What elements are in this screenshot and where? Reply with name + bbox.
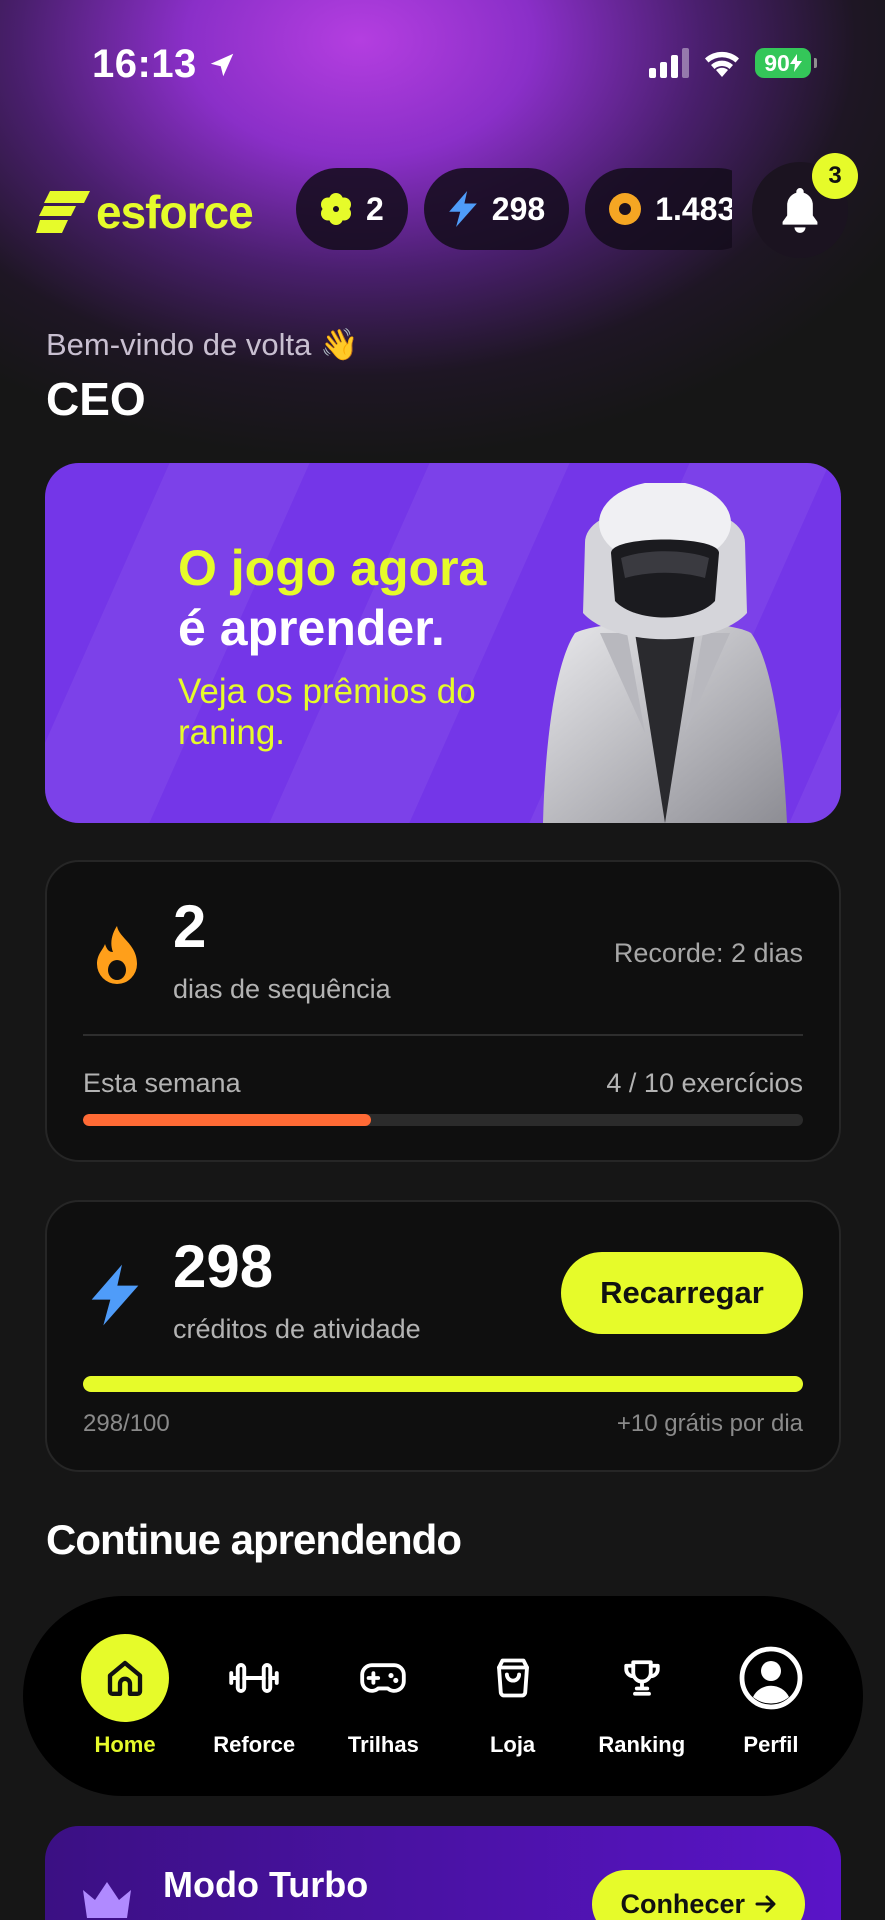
tab-ranking-label: Ranking (598, 1732, 686, 1757)
continue-learning-heading: Continue aprendendo (46, 1516, 462, 1563)
lightning-icon (91, 1264, 139, 1326)
stats-pills: 2 298 1.483 (296, 168, 732, 250)
welcome-greeting: Bem-vindo de volta 👋 (46, 327, 359, 362)
wifi-icon (705, 51, 739, 77)
tab-ranking[interactable]: Ranking (590, 1634, 694, 1758)
tab-home-label: Home (94, 1732, 156, 1757)
user-name: CEO (46, 373, 146, 425)
fire-icon (97, 926, 137, 984)
credits-value: 298 (173, 1233, 274, 1300)
clock-text: 16:13 (92, 42, 197, 86)
week-label: Esta semana (83, 1068, 241, 1098)
tab-home[interactable]: Home (73, 1634, 177, 1758)
banner-headline-line1: O jogo agora (178, 540, 487, 596)
turbo-mode-title: Modo Turbo (163, 1864, 369, 1905)
credits-card: 298 créditos de atividade Recarregar 298… (45, 1200, 841, 1472)
daily-bonus-text: +10 grátis por dia (616, 1410, 803, 1437)
tab-perfil-label: Perfil (743, 1732, 799, 1757)
gems-pill[interactable]: 2 (296, 168, 408, 250)
lightning-icon (448, 191, 477, 227)
week-progress-fill (83, 1114, 371, 1126)
mascot-illustration (543, 483, 787, 823)
learn-more-label: Conhecer (620, 1888, 745, 1919)
tab-trilhas[interactable]: Trilhas (331, 1634, 435, 1758)
week-progress-bar (83, 1114, 803, 1126)
coin-icon (609, 193, 642, 225)
charging-bolt-icon (789, 54, 802, 72)
credits-progress-bar (83, 1376, 803, 1392)
dumbbell-icon (210, 1634, 298, 1722)
banner-headline-line2: é aprender. (178, 600, 445, 656)
turbo-mode-card[interactable]: Modo Turbo Conhecer (45, 1826, 841, 1920)
tab-trilhas-label: Trilhas (347, 1732, 419, 1757)
credits-label: créditos de atividade (173, 1314, 421, 1344)
learn-more-button[interactable]: Conhecer (592, 1870, 805, 1920)
tab-reforce[interactable]: Reforce (202, 1634, 306, 1758)
bottom-tab-bar: Home Reforce Trilhas Loja Ranking Perfil (23, 1596, 863, 1796)
recharge-button[interactable]: Recarregar (561, 1252, 803, 1334)
cellular-signal-icon (649, 48, 689, 78)
tab-perfil[interactable]: Perfil (719, 1634, 823, 1758)
promo-banner[interactable]: O jogo agora é aprender. Veja os prêmios… (45, 463, 841, 823)
tab-loja-label: Loja (489, 1732, 536, 1757)
status-bar-time: 16:13 (92, 42, 237, 87)
crown-icon (83, 1882, 131, 1918)
notification-count-badge: 3 (812, 153, 858, 199)
battery-indicator: 90 (755, 48, 817, 78)
location-arrow-icon (210, 53, 234, 76)
credits-progress-text: 298/100 (83, 1410, 170, 1437)
streak-record: Recorde: 2 dias (613, 938, 803, 968)
shopping-bag-icon (469, 1634, 557, 1722)
asterisk-icon (321, 193, 351, 225)
logo-mark-icon (36, 191, 90, 233)
trophy-icon (598, 1634, 686, 1722)
banner-subtitle: Veja os prêmios do raning. (178, 672, 476, 752)
energy-pill[interactable]: 298 (423, 168, 570, 250)
divider (83, 1034, 803, 1036)
home-icon (81, 1634, 169, 1722)
streak-days-value: 2 (173, 893, 207, 960)
streak-days-label: dias de sequência (173, 974, 391, 1004)
streak-card: 2 dias de sequência Recorde: 2 dias Esta… (45, 860, 841, 1162)
energy-count: 298 (491, 190, 546, 227)
coins-count: 1.483 (655, 190, 732, 227)
gamepad-icon (339, 1634, 427, 1722)
week-progress-text: 4 / 10 exercícios (606, 1068, 803, 1098)
bell-icon (782, 188, 818, 233)
tab-loja[interactable]: Loja (461, 1634, 565, 1758)
profile-icon (727, 1634, 815, 1722)
status-bar-indicators: 90 (649, 48, 817, 78)
logo-text: esforce (96, 186, 254, 238)
tab-reforce-label: Reforce (213, 1732, 296, 1757)
battery-level: 90 (764, 49, 790, 76)
arrow-right-icon (755, 1895, 776, 1913)
credits-progress-fill (83, 1376, 803, 1392)
esforce-logo[interactable]: esforce (36, 185, 254, 239)
gems-count: 2 (366, 190, 384, 227)
coins-pill[interactable]: 1.483 (585, 168, 732, 250)
